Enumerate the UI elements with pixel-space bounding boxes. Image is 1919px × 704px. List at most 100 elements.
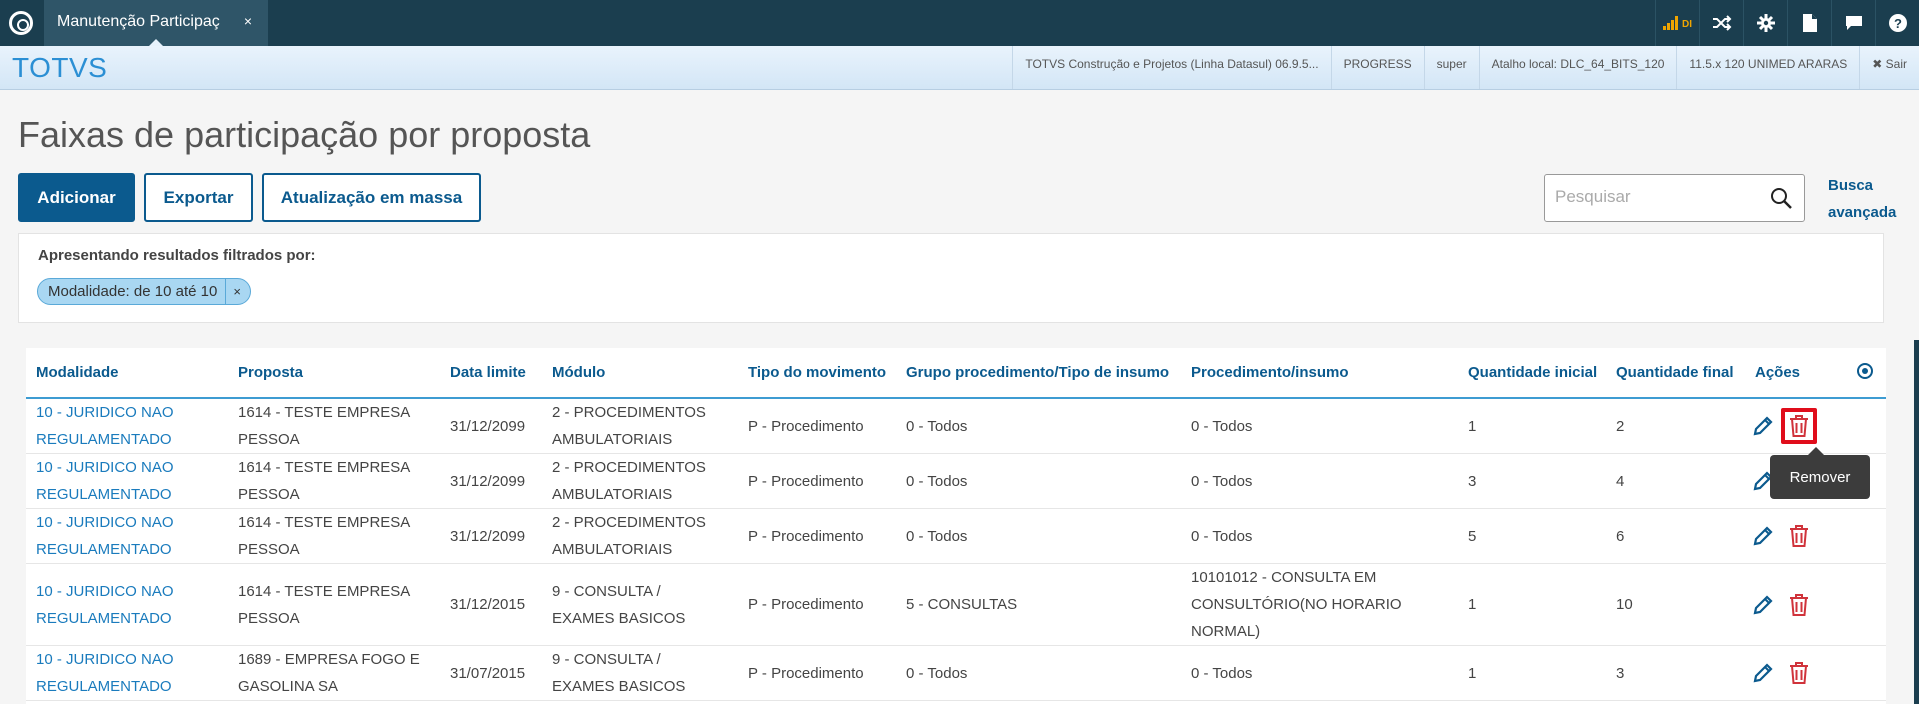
cell-procedimento-line: 0 - Todos (1191, 417, 1253, 435)
cell-procedimento: 0 - Todos (1181, 453, 1458, 509)
page-title: Faixas de participação por proposta (18, 114, 591, 155)
cell-proposta-line: 1614 - TESTE EMPRESA (238, 404, 411, 421)
col-modulo[interactable]: Módulo (542, 348, 738, 399)
table-row: 10 - JURIDICO NAO REGULAMENTADO 1614 - TES… (26, 398, 1886, 454)
edit-icon[interactable] (1745, 408, 1781, 444)
col-grupo-procedimento[interactable]: Grupo procedimento/Tipo de insumo (896, 348, 1181, 399)
cell-modalidade[interactable]: 10 - JURIDICO NAO REGULAMENTADO (26, 645, 228, 701)
cell-modalidade-line: REGULAMENTADO (36, 541, 172, 558)
col-proposta[interactable]: Proposta (228, 348, 440, 399)
tab-manutencao[interactable]: Manutenção Participaç × (44, 0, 268, 47)
cell-qtd-inicial: 1 (1458, 563, 1606, 646)
cell-data-limite: 31/07/2015 (440, 645, 542, 701)
edit-icon[interactable] (1745, 655, 1781, 691)
top-bar: Manutenção Participaç × DI ? (0, 0, 1919, 47)
cell-tipo-movimento: P - Procedimento (738, 645, 896, 701)
cell-proposta-line: PESSOA (238, 486, 300, 503)
cell-modulo: 9 - CONSULTA / EXAMES BASICOS (542, 563, 738, 646)
cell-modulo-line: 9 - CONSULTA / (552, 651, 661, 668)
col-modalidade[interactable]: Modalidade (26, 348, 228, 399)
table-row: 10 - JURIDICO NAO REGULAMENTADO 1614 - TES… (26, 508, 1886, 564)
cell-procedimento: 0 - Todos (1181, 645, 1458, 701)
cell-modulo: 2 - PROCEDIMENTOS AMBULATORIAIS (542, 398, 738, 454)
chat-icon[interactable] (1831, 0, 1875, 46)
tab-close-icon[interactable]: × (244, 13, 252, 29)
cell-qtd-final: 2 (1606, 398, 1745, 454)
cell-modalidade[interactable]: 10 - JURIDICO NAO REGULAMENTADO (26, 398, 228, 454)
cell-qtd-inicial: 1 (1458, 398, 1606, 454)
cell-modalidade-line: REGULAMENTADO (36, 431, 172, 448)
header-product: TOTVS Construção e Projetos (Linha Datas… (1012, 46, 1330, 89)
search-icon[interactable] (1770, 187, 1792, 209)
edit-icon[interactable] (1745, 587, 1781, 623)
cell-qtd-inicial: 5 (1458, 508, 1606, 564)
advanced-search-line1: Busca (1828, 177, 1874, 194)
col-data-limite[interactable]: Data limite (440, 348, 542, 399)
cell-procedimento-line: 0 - Todos (1191, 664, 1253, 682)
cell-proposta-line: 1614 - TESTE EMPRESA (238, 514, 411, 531)
cell-procedimento: 10101012 - CONSULTA EM CONSULTÓRIO(NO HOR… (1181, 563, 1458, 646)
cell-modalidade-line: REGULAMENTADO (36, 609, 172, 627)
advanced-search-link[interactable]: Busca avançada (1828, 172, 1908, 226)
delete-icon[interactable] (1781, 587, 1817, 623)
document-icon[interactable] (1787, 0, 1831, 46)
cell-modulo-line: AMBULATORIAIS (552, 486, 673, 503)
cell-modulo: 2 - PROCEDIMENTOS AMBULATORIAIS (542, 453, 738, 509)
cell-modulo-line: 2 - PROCEDIMENTOS (552, 404, 706, 421)
header-company: 11.5.x 120 UNIMED ARARAS (1676, 46, 1859, 89)
table-row: 10 - JURIDICO NAO REGULAMENTADO 1614 - TES… (26, 563, 1886, 646)
col-acoes: Ações (1745, 348, 1847, 399)
cell-modalidade-line: 10 - JURIDICO NAO (36, 514, 174, 531)
gear-icon[interactable] (1743, 0, 1787, 46)
shuffle-icon[interactable] (1699, 0, 1743, 46)
search-input[interactable] (1555, 187, 1755, 207)
header-user: super (1423, 46, 1479, 89)
cell-proposta: 1614 - TESTE EMPRESA PESSOA (228, 453, 440, 509)
bulk-update-button[interactable]: Atualização em massa (262, 173, 481, 222)
cell-procedimento-line: 0 - Todos (1191, 472, 1253, 490)
help-icon[interactable]: ? (1875, 0, 1919, 46)
cell-actions (1745, 508, 1886, 564)
cell-procedimento-line: NORMAL) (1191, 623, 1261, 640)
connection-signal-icon[interactable]: DI (1655, 0, 1699, 46)
delete-icon[interactable] (1781, 408, 1817, 444)
col-procedimento[interactable]: Procedimento/insumo (1181, 348, 1458, 399)
col-tipo-movimento[interactable]: Tipo do movimento (738, 348, 896, 399)
cell-procedimento-line: CONSULTÓRIO(NO HORARIO (1191, 596, 1402, 613)
cell-modalidade-line: 10 - JURIDICO NAO (36, 582, 174, 600)
cell-grupo: 0 - Todos (896, 453, 1181, 509)
cell-modulo: 9 - CONSULTA / EXAMES BASICOS (542, 645, 738, 701)
tab-label: Manutenção Participaç (57, 13, 220, 30)
table-settings-icon[interactable] (1847, 348, 1886, 399)
cell-proposta-line: PESSOA (238, 541, 300, 558)
delete-icon[interactable] (1781, 655, 1817, 691)
cell-proposta-line: PESSOA (238, 609, 300, 627)
edit-icon[interactable] (1745, 518, 1781, 554)
col-qtd-final[interactable]: Quantidade final (1606, 348, 1745, 399)
scrollbar[interactable] (1914, 340, 1919, 704)
cell-modalidade[interactable]: 10 - JURIDICO NAO REGULAMENTADO (26, 508, 228, 564)
add-button[interactable]: Adicionar (18, 173, 135, 222)
advanced-search-line2: avançada (1828, 204, 1897, 221)
col-qtd-inicial[interactable]: Quantidade inicial (1458, 348, 1606, 399)
totvs-logo-icon[interactable] (9, 11, 33, 35)
cell-actions (1745, 563, 1886, 646)
cell-tipo-movimento: P - Procedimento (738, 508, 896, 564)
cell-proposta-line: PESSOA (238, 431, 300, 448)
cell-modalidade-line: REGULAMENTADO (36, 486, 172, 503)
cell-modalidade[interactable]: 10 - JURIDICO NAO REGULAMENTADO (26, 563, 228, 646)
cell-proposta: 1614 - TESTE EMPRESA PESSOA (228, 563, 440, 646)
filter-chip-close-icon[interactable]: × (226, 284, 250, 299)
cell-data-limite: 31/12/2015 (440, 563, 542, 646)
cell-modulo-line: EXAMES BASICOS (552, 678, 686, 695)
cell-proposta: 1689 - EMPRESA FOGO E GASOLINA SA (228, 645, 440, 701)
cell-modulo-line: 9 - CONSULTA / (552, 582, 661, 600)
svg-text:?: ? (1894, 16, 1902, 31)
cell-modalidade[interactable]: 10 - JURIDICO NAO REGULAMENTADO (26, 453, 228, 509)
header-database: PROGRESS (1330, 46, 1424, 89)
delete-icon[interactable] (1781, 518, 1817, 554)
export-button[interactable]: Exportar (144, 173, 253, 222)
logout-button[interactable]: ✖ Sair (1859, 46, 1919, 89)
cell-modalidade-line: 10 - JURIDICO NAO (36, 459, 174, 476)
cell-modulo-line: EXAMES BASICOS (552, 609, 686, 627)
